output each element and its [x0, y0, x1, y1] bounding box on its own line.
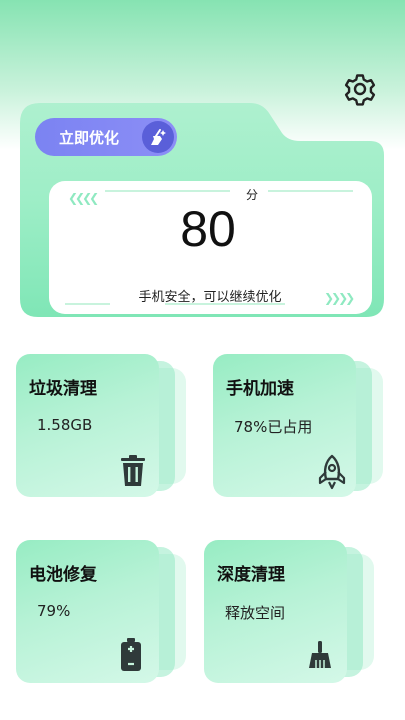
chevrons-left-icon: ❮❮❮❮	[68, 191, 99, 205]
trash-icon	[118, 454, 148, 488]
tool-card-deep-clean[interactable]: 深度清理 释放空间	[204, 540, 374, 690]
tool-value: 78%已占用	[234, 418, 313, 436]
tool-value: 79%	[37, 602, 71, 620]
tool-title: 深度清理	[217, 565, 285, 585]
chevrons-right-icon: ❯❯❯❯	[324, 291, 355, 305]
rocket-icon	[315, 454, 346, 490]
status-text: 手机安全，可以继续优化	[138, 290, 282, 305]
tool-card-battery-repair[interactable]: 电池修复 79%	[16, 540, 186, 690]
divider	[65, 303, 110, 305]
optimize-now-button[interactable]: 立即优化	[35, 118, 177, 156]
broom-icon	[306, 640, 336, 674]
tool-card-phone-boost[interactable]: 手机加速 78%已占用	[213, 354, 383, 504]
tool-title: 手机加速	[226, 379, 294, 399]
tool-card-junk-clean[interactable]: 垃圾清理 1.58GB	[16, 354, 186, 504]
optimize-label: 立即优化	[59, 128, 120, 147]
settings-gear-icon[interactable]	[343, 72, 377, 106]
tool-value: 释放空间	[225, 604, 286, 622]
broom-sparkle-icon	[142, 121, 174, 153]
tool-title: 电池修复	[29, 565, 97, 585]
battery-icon	[118, 638, 148, 672]
divider	[268, 190, 353, 192]
score-value: 80	[180, 201, 236, 257]
tool-title: 垃圾清理	[29, 379, 97, 399]
tool-value: 1.58GB	[37, 416, 93, 434]
divider	[105, 190, 230, 192]
